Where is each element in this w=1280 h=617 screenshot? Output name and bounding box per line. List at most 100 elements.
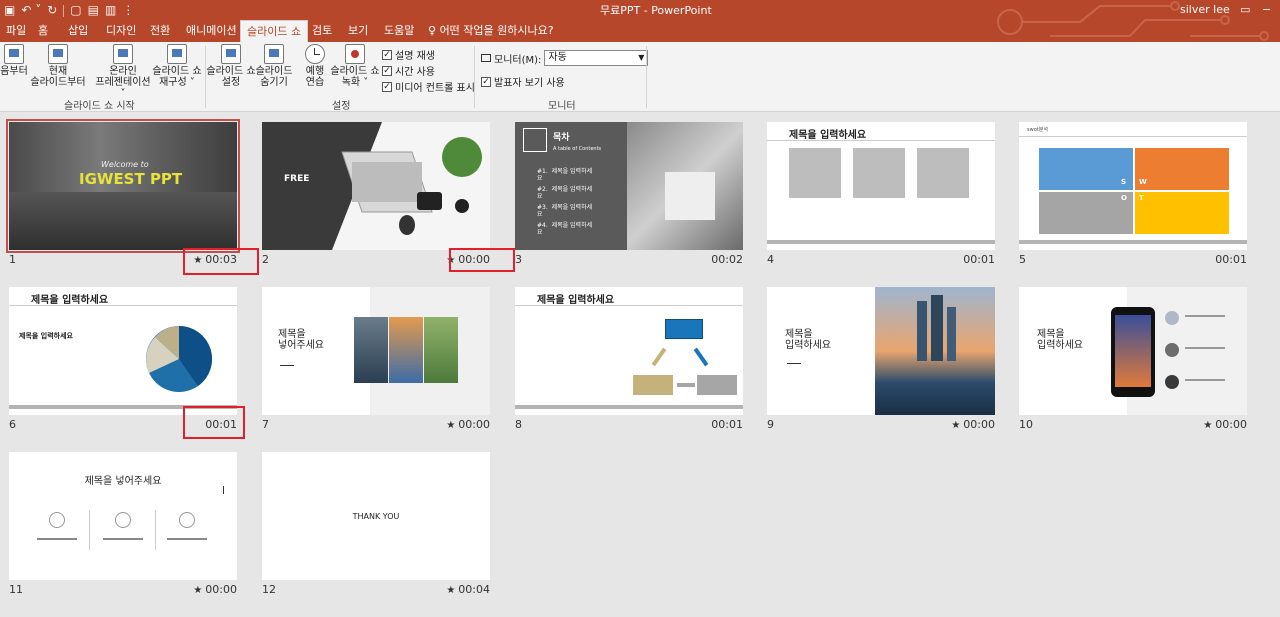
tab-animations[interactable]: 애니메이션 [180,20,243,42]
diagram-arrow-horizontal [677,383,695,387]
accent-line [280,365,294,366]
from-current-button[interactable]: 현재 슬라이드부터 [30,44,86,88]
more-icon[interactable]: ⋮ [122,1,134,19]
slide-timing: ★ 00:00 [951,418,995,431]
media-controls-label: 미디어 컨트롤 표시 [395,83,475,94]
circle-icon [179,512,195,528]
photo-house [424,317,458,383]
table-icon[interactable]: ▥ [105,1,116,19]
media-controls-checkbox[interactable]: ✓ 미디어 컨트롤 표시 [382,79,475,94]
slide-number: 1 [9,253,16,266]
slide-thumbnail-11[interactable]: 제목을 넣어주세요 11 ★ 00:00 [9,452,237,596]
slide-thumbnail-6[interactable]: 제목을 입력하세요 제목을 입력하세요 6 00:01 [9,287,237,431]
accent-line [787,363,801,364]
slide-title: 제목을 입력하세요 [789,130,867,141]
setup-label-2: 설정 [221,77,241,88]
slide-thumbnail-9[interactable]: 제목을 입력하세요 9 ★ 00:00 [767,287,995,431]
custom-show-button[interactable]: 슬라이드 쇼 재구성 ˅ [150,44,204,88]
hide-label-2: 숨기기 [260,77,288,88]
slide-preview: 제목을 입력하세요 [767,122,995,250]
circuit-decoration [997,1,1269,41]
text-cursor [223,486,224,494]
title-rule [9,305,237,306]
footer-bar [767,240,995,244]
office-photo-detail [665,172,715,220]
quick-access-toolbar: ▣ ↶ ˅ ↻ ▢ ▤ ▥ ⋮ [4,1,134,19]
slide-preview: swot분석 S W O T [1019,122,1247,250]
custom-show-icon [167,44,187,64]
slide-preview: 제목을 입력하세요 [767,287,995,415]
undo-icon[interactable]: ↶ ˅ [21,1,41,19]
photo-balloon [389,317,423,383]
record-show-button[interactable]: 슬라이드 쇼 녹화 ˅ [330,44,380,88]
setup-show-button[interactable]: 슬라이드 쇼 설정 [206,44,256,88]
image-placeholder [853,148,905,198]
rehearse-timings-button[interactable]: 예행 연습 [300,44,330,88]
highlight-box [183,406,245,439]
window-title: 무료PPT - PowerPoint [600,4,712,17]
layout-icon[interactable]: ▤ [88,1,99,19]
narrations-label: 설명 재생 [395,51,435,62]
hide-slide-button[interactable]: 슬라이드 숨기기 [254,44,294,88]
slide-thumbnail-2[interactable]: FREE 2 ★ 00:00 [262,122,490,266]
from-beginning-button[interactable]: 음부터 [0,44,32,77]
welcome-text: Welcome to [101,160,149,169]
online-present-icon [113,44,133,64]
save-icon[interactable]: ▣ [4,1,15,19]
timing-value: 00:00 [205,583,237,596]
redo-icon[interactable]: ↻ [47,1,57,19]
hide-label-1: 슬라이드 [255,66,293,77]
narrations-checkbox[interactable]: ✓ 설명 재생 [382,47,435,62]
repeat-icon[interactable]: ▢ [70,1,81,19]
slide-preview: 제목을 넣어주세요 [262,287,490,415]
timing-value: 00:00 [963,418,995,431]
tab-slide-show[interactable]: 슬라이드 쇼 [240,20,309,42]
timing-value: 00:00 [458,418,490,431]
slide-timing: ★ 00:00 [193,583,237,596]
ribbon-panel: 음부터 현재 슬라이드부터 온라인 프레젠테이션 ˅ 슬라이드 쇼 재구성 ˅ … [0,42,1280,112]
footer-bar [1019,240,1247,244]
online-present-button[interactable]: 온라인 프레젠테이션 ˅ [92,44,154,99]
tab-transitions[interactable]: 전환 [144,20,176,42]
text-line [1185,347,1225,349]
diagram-arrow-right [693,347,709,367]
use-timings-checkbox[interactable]: ✓ 시간 사용 [382,63,435,78]
slide-thumbnail-10[interactable]: 제목을 입력하세요 10 ★ 00:00 [1019,287,1247,431]
tab-view[interactable]: 보기 [342,20,374,42]
highlight-box [183,248,259,275]
tab-help[interactable]: 도움말 [378,20,420,42]
tab-design[interactable]: 디자인 [100,20,142,42]
slide-thumbnail-3[interactable]: 목차 A table of Contents #1. 제목을 입력하세 요 #2… [515,122,743,266]
pie-chart-image [146,326,213,392]
slide-thumbnail-1[interactable]: Welcome to IGWEST PPT 1 ★ 00:03 [6,119,240,266]
toc-title: 목차 [553,133,570,143]
slide-thumbnail-8[interactable]: 제목을 입력하세요 8 00:01 [515,287,743,431]
tell-me-search[interactable]: ♀ 어떤 작업을 원하시나요? [422,20,560,42]
custom-label-2: 재구성 ˅ [159,77,195,88]
presenter-view-checkbox[interactable]: ✓ 발표자 보기 사용 [481,74,565,89]
monitor-select[interactable]: 자동 ▼ [544,50,649,66]
slide-thumbnail-5[interactable]: swot분석 S W O T 5 00:01 [1019,122,1247,266]
tab-insert[interactable]: 삽입 [62,20,94,42]
swot-letter: T [1139,194,1144,202]
group-label-monitors: 모니터 [548,101,576,112]
slide-thumbnail-12[interactable]: THANK YOU 12 ★ 00:04 [262,452,490,596]
slide-preview: 목차 A table of Contents #1. 제목을 입력하세 요 #2… [515,122,743,250]
chevron-down-icon: ▼ [638,53,645,62]
slide-number: 4 [767,253,774,266]
tab-home[interactable]: 홈 [32,20,54,42]
animation-star-icon: ★ [446,420,456,431]
from-current-label-1: 현재 [48,66,68,77]
slide-thumbnail-4[interactable]: 제목을 입력하세요 4 00:01 [767,122,995,266]
tab-review[interactable]: 검토 [306,20,338,42]
slide-preview: THANK YOU [262,452,490,580]
swot-title: swot분석 [1027,127,1048,133]
slide-title: 제목을 입력하세요 [537,295,615,306]
toolbar-separator [63,5,65,17]
slide-thumbnail-7[interactable]: 제목을 넣어주세요 7 ★ 00:00 [262,287,490,431]
tab-file[interactable]: 파일 [0,20,32,42]
tower-shape [947,307,956,361]
title-rule [767,140,995,141]
slide-timing: 00:02 [711,253,743,266]
diagram-box-top [665,319,703,339]
